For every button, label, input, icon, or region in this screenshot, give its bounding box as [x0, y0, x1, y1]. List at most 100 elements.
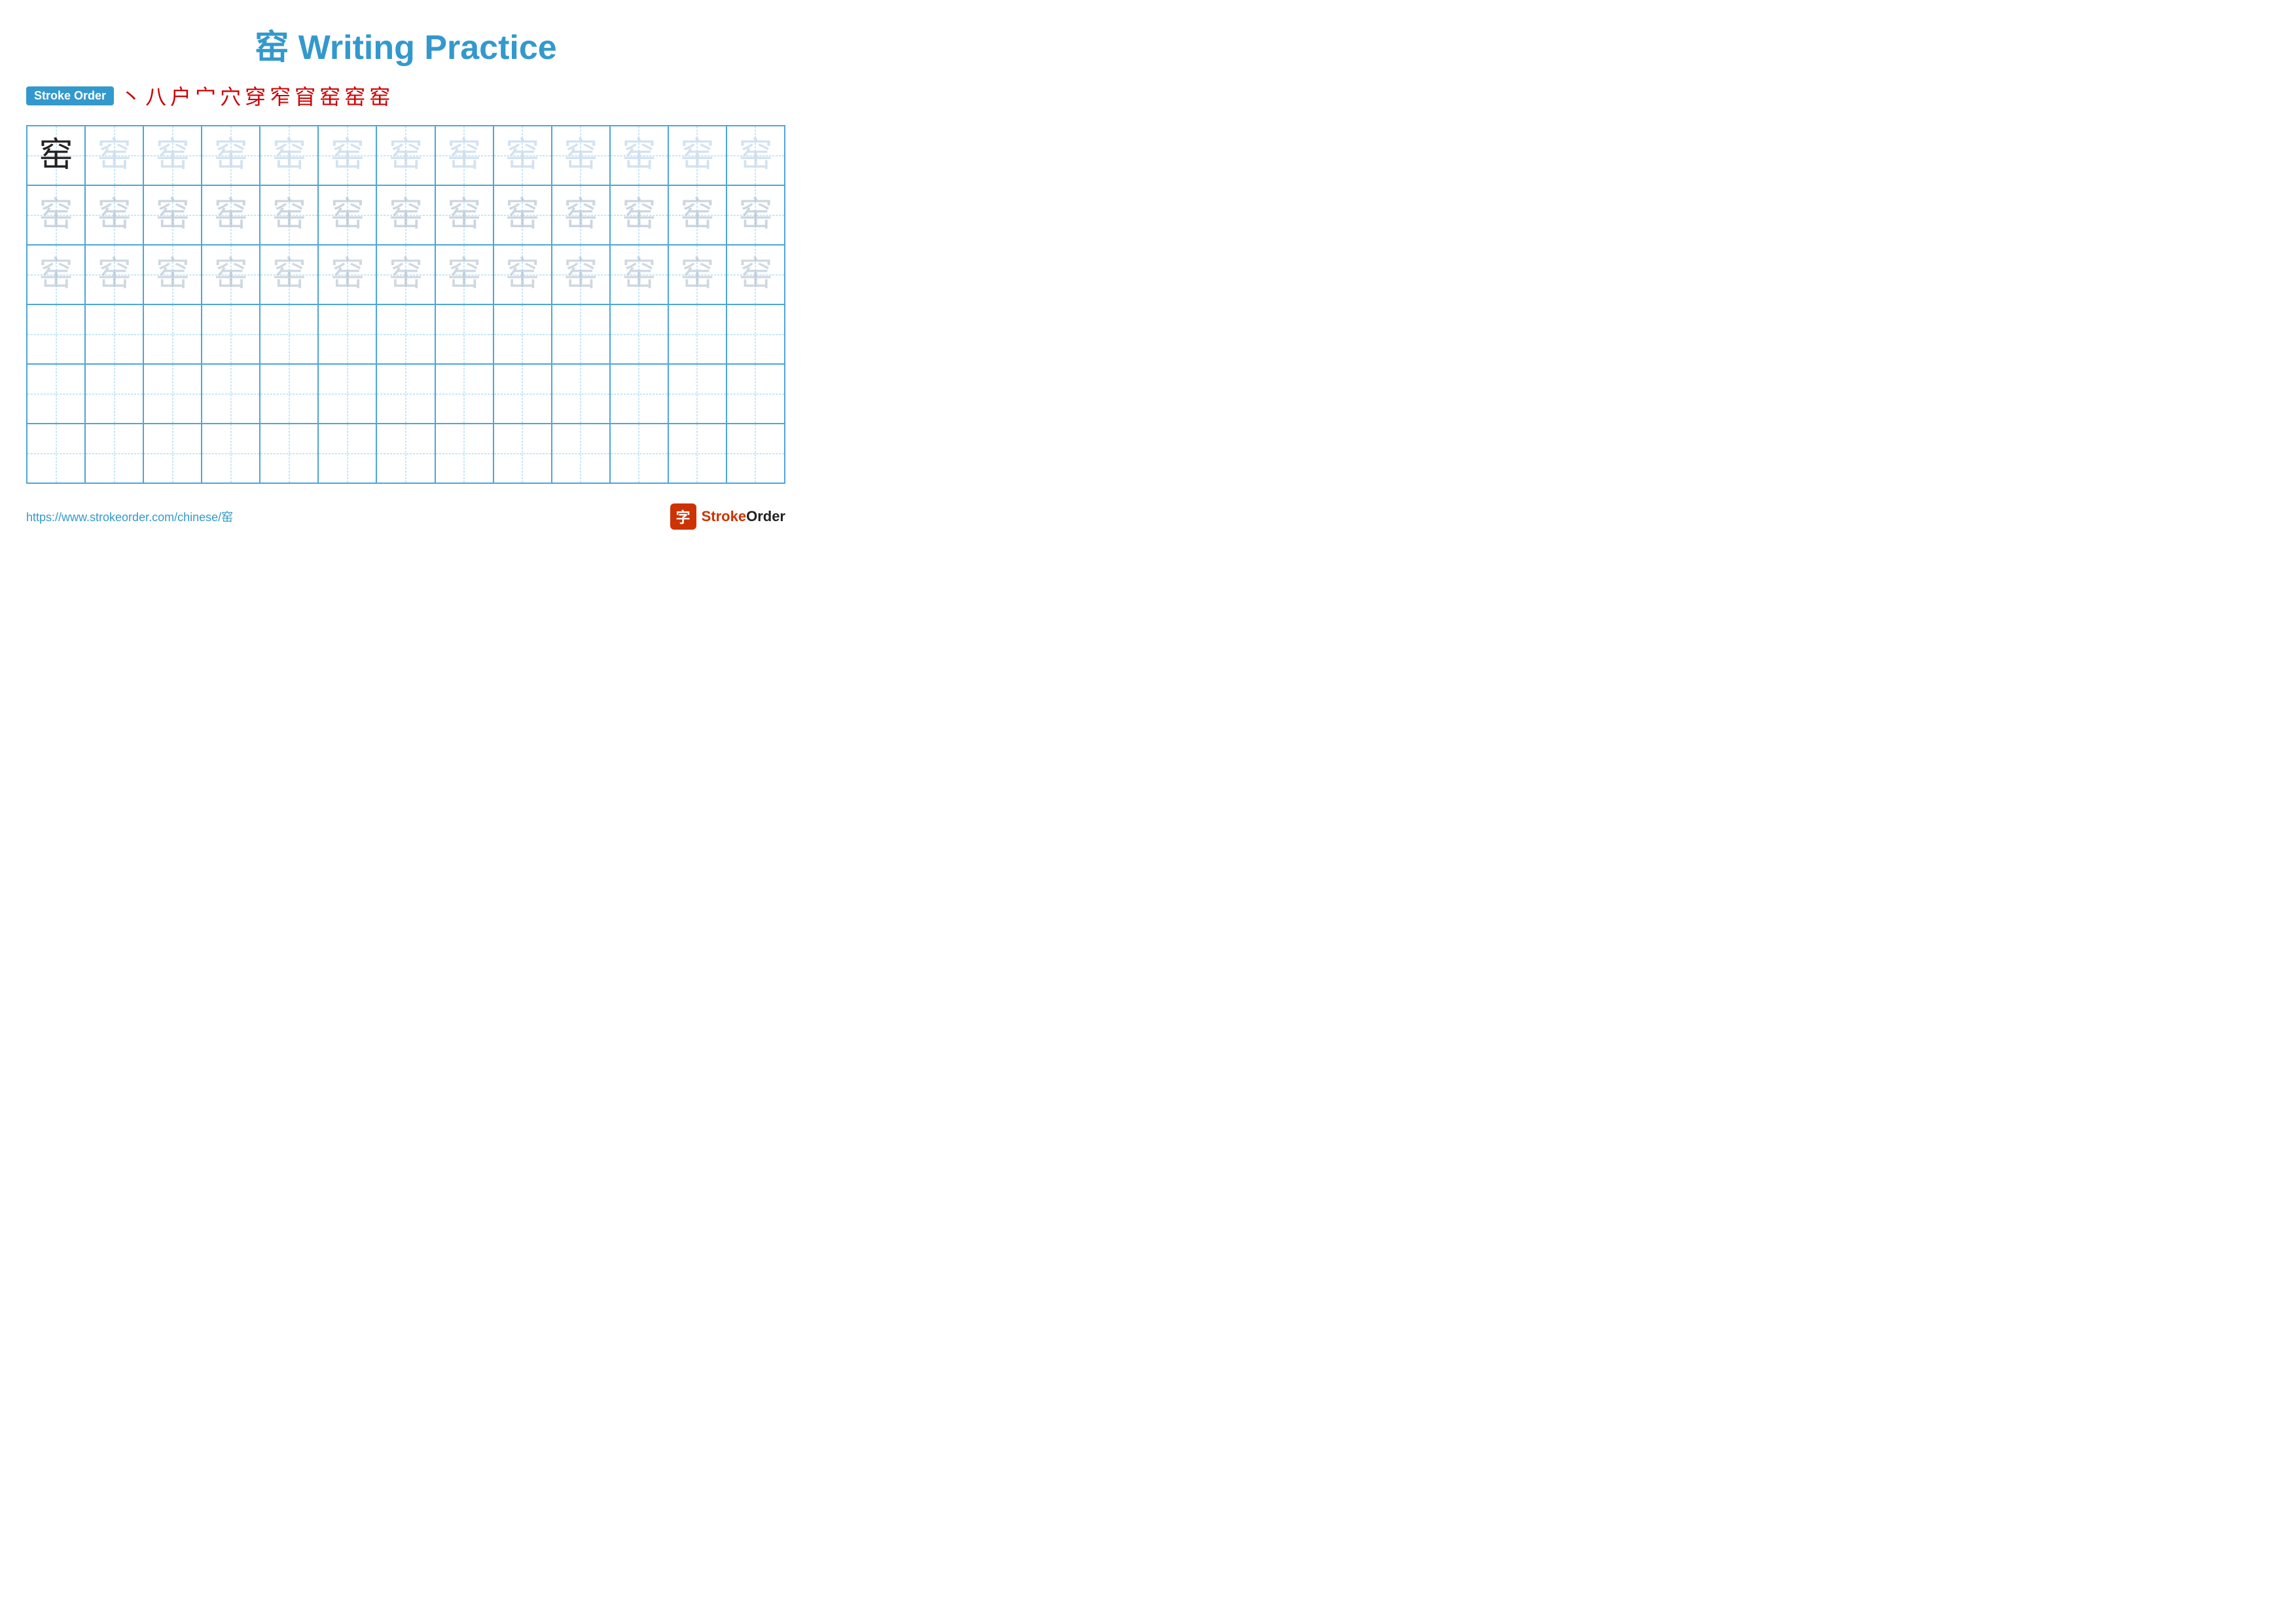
- cell-5-2[interactable]: [86, 365, 144, 423]
- stroke-10: 窑: [344, 81, 365, 111]
- cell-1-4[interactable]: 窑: [202, 126, 260, 185]
- cell-3-12[interactable]: 窑: [669, 246, 727, 304]
- footer-url: https://www.strokeorder.com/chinese/窑: [26, 508, 233, 525]
- cell-3-5[interactable]: 窑: [260, 246, 319, 304]
- cell-2-2[interactable]: 窑: [86, 186, 144, 244]
- cell-1-8[interactable]: 窑: [436, 126, 494, 185]
- cell-5-3[interactable]: [144, 365, 202, 423]
- cell-1-6[interactable]: 窑: [319, 126, 377, 185]
- cell-4-6[interactable]: [319, 305, 377, 363]
- footer-logo: 字 StrokeOrder: [670, 503, 785, 530]
- cell-6-10[interactable]: [552, 424, 611, 483]
- cell-3-8[interactable]: 窑: [436, 246, 494, 304]
- cell-4-1[interactable]: [27, 305, 86, 363]
- cell-3-4[interactable]: 窑: [202, 246, 260, 304]
- cell-4-7[interactable]: [377, 305, 435, 363]
- cell-5-12[interactable]: [669, 365, 727, 423]
- cell-3-2[interactable]: 窑: [86, 246, 144, 304]
- cell-4-3[interactable]: [144, 305, 202, 363]
- cell-1-11[interactable]: 窑: [611, 126, 669, 185]
- cell-3-11[interactable]: 窑: [611, 246, 669, 304]
- cell-6-3[interactable]: [144, 424, 202, 483]
- footer: https://www.strokeorder.com/chinese/窑 字 …: [26, 503, 785, 530]
- cell-6-6[interactable]: [319, 424, 377, 483]
- cell-2-3[interactable]: 窑: [144, 186, 202, 244]
- cell-6-4[interactable]: [202, 424, 260, 483]
- cell-4-4[interactable]: [202, 305, 260, 363]
- cell-5-7[interactable]: [377, 365, 435, 423]
- cell-5-11[interactable]: [611, 365, 669, 423]
- stroke-7: 窄: [270, 81, 291, 111]
- logo-icon: 字: [670, 503, 696, 530]
- page-title: 窑 Writing Practice: [26, 20, 785, 69]
- cell-4-5[interactable]: [260, 305, 319, 363]
- grid-row-3: 窑 窑 窑 窑 窑 窑 窑 窑 窑 窑 窑 窑 窑: [27, 246, 784, 305]
- cell-6-1[interactable]: [27, 424, 86, 483]
- logo-text: StrokeOrder: [702, 508, 785, 525]
- stroke-sequence: 丶 八 户 宀 穴 穿 窄 窅 窑 窑 窑: [120, 81, 390, 111]
- cell-5-9[interactable]: [494, 365, 552, 423]
- cell-3-13[interactable]: 窑: [727, 246, 784, 304]
- cell-6-11[interactable]: [611, 424, 669, 483]
- cell-6-7[interactable]: [377, 424, 435, 483]
- cell-5-6[interactable]: [319, 365, 377, 423]
- practice-grid: 窑 窑 窑 窑 窑 窑 窑 窑 窑 窑 窑 窑 窑 窑 窑 窑 窑 窑 窑 窑 …: [26, 125, 785, 484]
- cell-3-9[interactable]: 窑: [494, 246, 552, 304]
- cell-4-12[interactable]: [669, 305, 727, 363]
- cell-1-3[interactable]: 窑: [144, 126, 202, 185]
- cell-2-4[interactable]: 窑: [202, 186, 260, 244]
- cell-2-6[interactable]: 窑: [319, 186, 377, 244]
- cell-6-13[interactable]: [727, 424, 784, 483]
- cell-2-12[interactable]: 窑: [669, 186, 727, 244]
- grid-row-4: [27, 305, 784, 365]
- cell-1-9[interactable]: 窑: [494, 126, 552, 185]
- stroke-6: 穿: [245, 81, 266, 111]
- cell-3-6[interactable]: 窑: [319, 246, 377, 304]
- cell-1-5[interactable]: 窑: [260, 126, 319, 185]
- cell-1-1[interactable]: 窑: [27, 126, 86, 185]
- cell-2-9[interactable]: 窑: [494, 186, 552, 244]
- cell-2-13[interactable]: 窑: [727, 186, 784, 244]
- cell-5-5[interactable]: [260, 365, 319, 423]
- stroke-4: 宀: [195, 81, 216, 111]
- cell-4-2[interactable]: [86, 305, 144, 363]
- cell-6-8[interactable]: [436, 424, 494, 483]
- grid-row-5: [27, 365, 784, 424]
- cell-6-5[interactable]: [260, 424, 319, 483]
- cell-1-7[interactable]: 窑: [377, 126, 435, 185]
- stroke-8: 窅: [295, 81, 315, 111]
- cell-3-7[interactable]: 窑: [377, 246, 435, 304]
- cell-6-12[interactable]: [669, 424, 727, 483]
- cell-4-11[interactable]: [611, 305, 669, 363]
- cell-1-2[interactable]: 窑: [86, 126, 144, 185]
- cell-6-9[interactable]: [494, 424, 552, 483]
- cell-5-4[interactable]: [202, 365, 260, 423]
- stroke-order-row: Stroke Order 丶 八 户 宀 穴 穿 窄 窅 窑 窑 窑: [26, 81, 785, 111]
- cell-4-10[interactable]: [552, 305, 611, 363]
- cell-1-13[interactable]: 窑: [727, 126, 784, 185]
- cell-3-3[interactable]: 窑: [144, 246, 202, 304]
- cell-2-5[interactable]: 窑: [260, 186, 319, 244]
- cell-4-13[interactable]: [727, 305, 784, 363]
- cell-3-1[interactable]: 窑: [27, 246, 86, 304]
- cell-6-2[interactable]: [86, 424, 144, 483]
- cell-2-10[interactable]: 窑: [552, 186, 611, 244]
- cell-1-10[interactable]: 窑: [552, 126, 611, 185]
- cell-3-10[interactable]: 窑: [552, 246, 611, 304]
- grid-row-6: [27, 424, 784, 483]
- cell-5-10[interactable]: [552, 365, 611, 423]
- cell-5-8[interactable]: [436, 365, 494, 423]
- cell-5-13[interactable]: [727, 365, 784, 423]
- grid-row-1: 窑 窑 窑 窑 窑 窑 窑 窑 窑 窑 窑 窑 窑: [27, 126, 784, 186]
- cell-2-7[interactable]: 窑: [377, 186, 435, 244]
- cell-5-1[interactable]: [27, 365, 86, 423]
- cell-4-8[interactable]: [436, 305, 494, 363]
- cell-2-8[interactable]: 窑: [436, 186, 494, 244]
- cell-1-12[interactable]: 窑: [669, 126, 727, 185]
- cell-2-1[interactable]: 窑: [27, 186, 86, 244]
- grid-row-2: 窑 窑 窑 窑 窑 窑 窑 窑 窑 窑 窑 窑 窑: [27, 186, 784, 246]
- stroke-2: 八: [145, 81, 166, 111]
- cell-2-11[interactable]: 窑: [611, 186, 669, 244]
- stroke-1: 丶: [120, 81, 141, 111]
- cell-4-9[interactable]: [494, 305, 552, 363]
